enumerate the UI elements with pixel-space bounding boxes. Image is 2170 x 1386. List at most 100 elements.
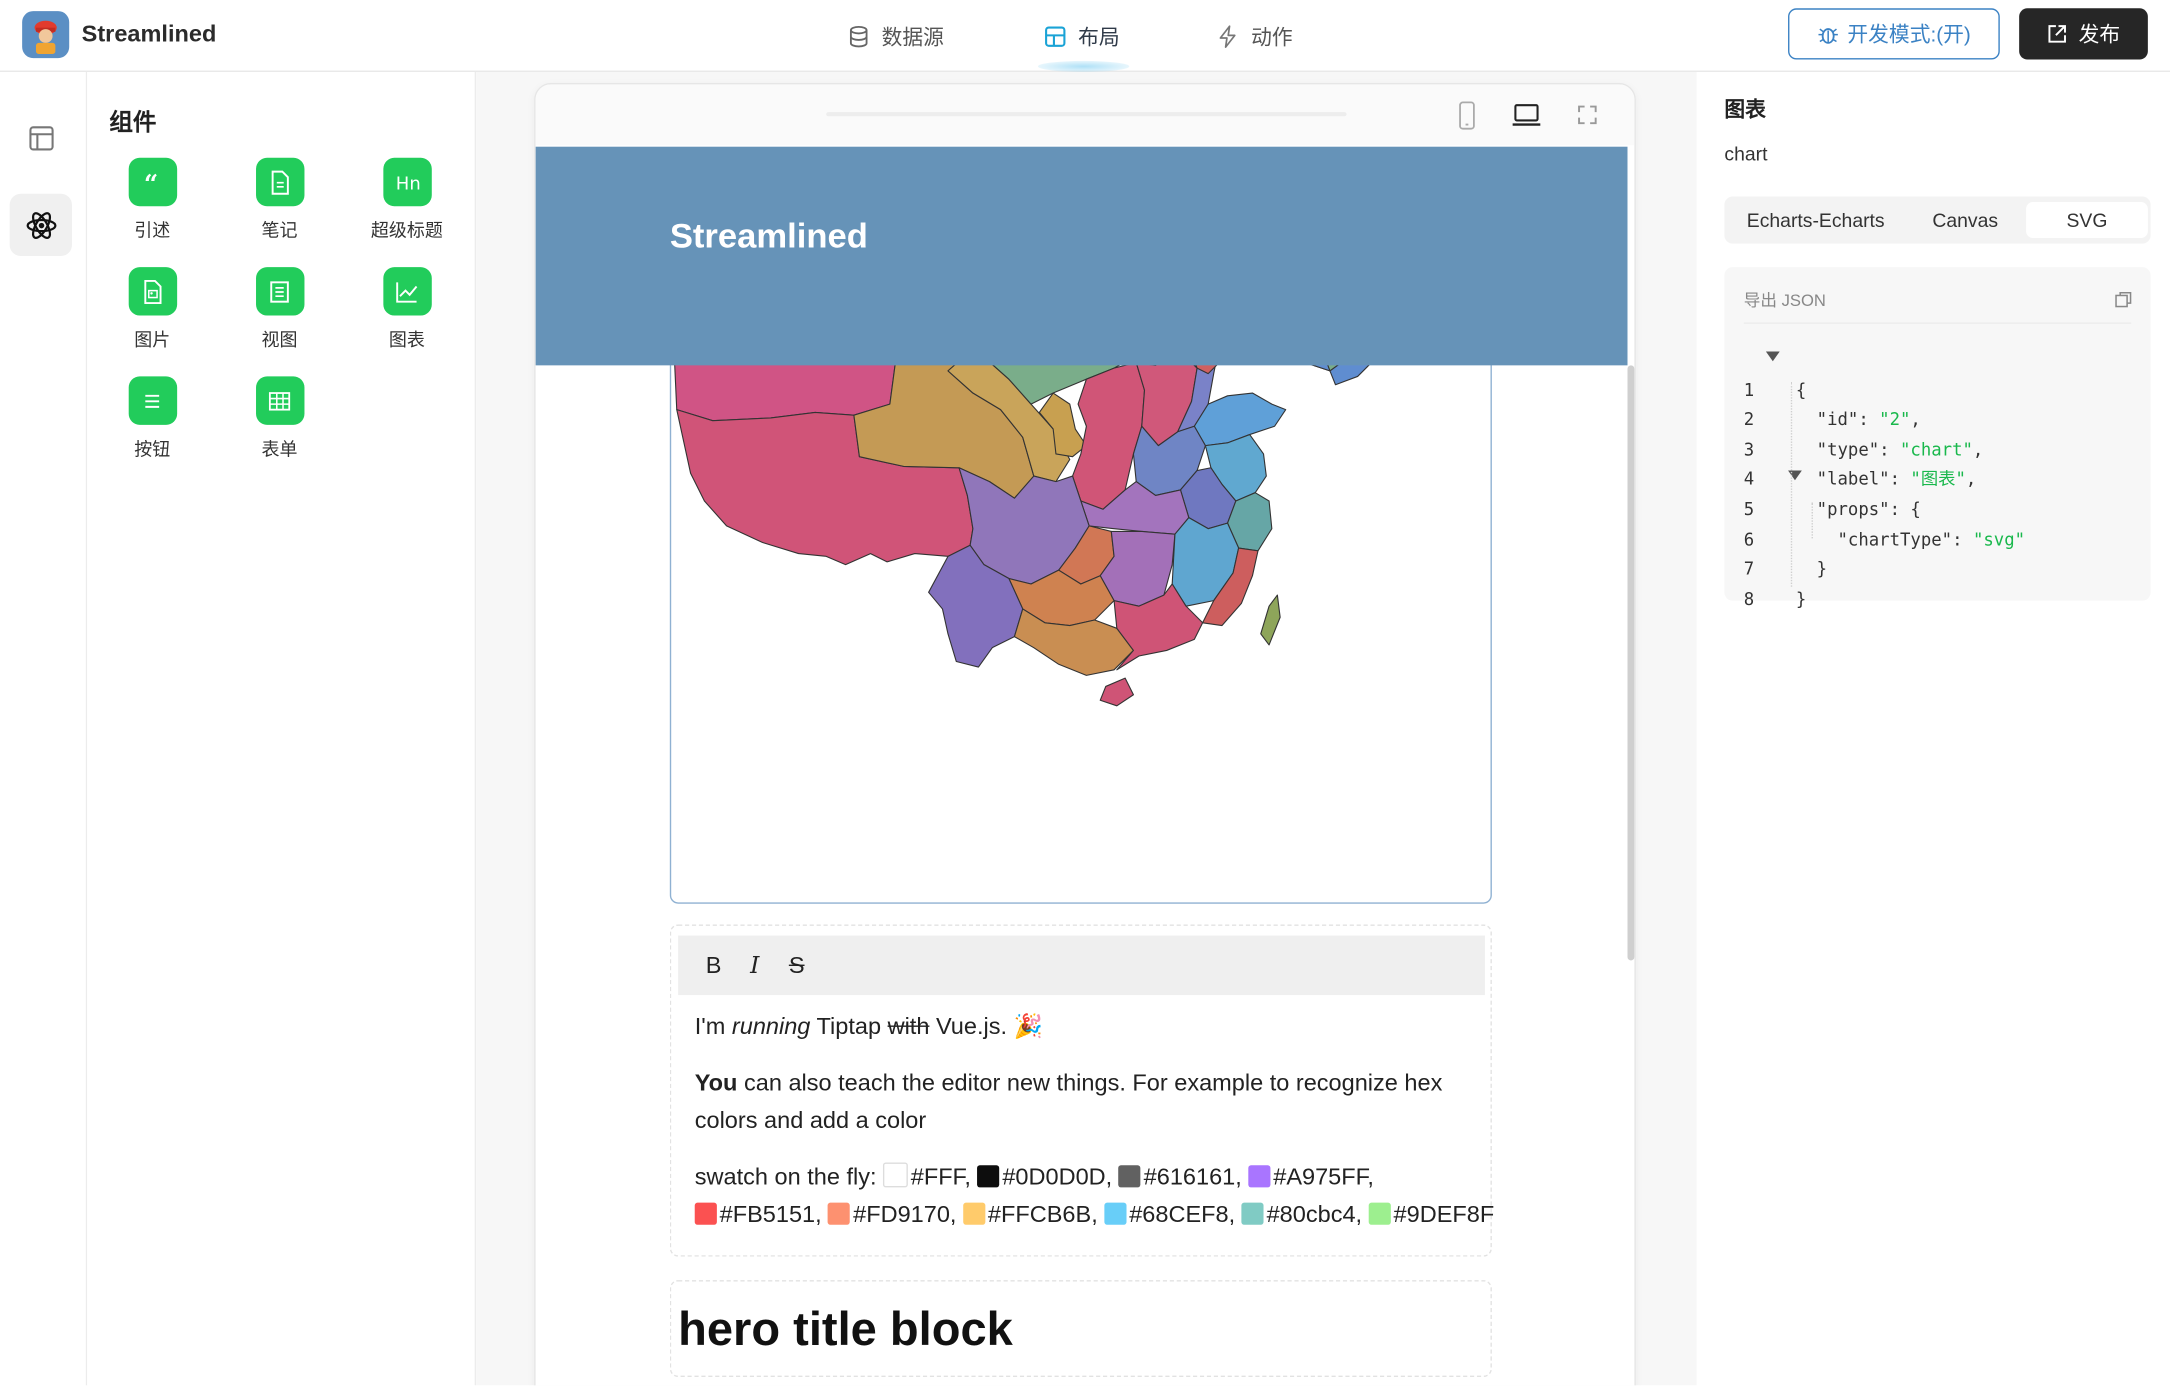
component-form[interactable]: 表单 [216, 376, 343, 460]
color-swatch-label: #0D0D0D [1002, 1163, 1106, 1191]
external-link-icon [2048, 25, 2066, 43]
tab-layout[interactable]: 布局 [1043, 21, 1120, 51]
image-icon [128, 267, 177, 316]
color-swatch-label: #FB5151 [719, 1201, 816, 1228]
bug-icon [1818, 27, 1838, 44]
strike-text: with [887, 1013, 930, 1040]
color-swatch-item: #80cbc4, [1241, 1201, 1369, 1228]
avatar-icon [34, 20, 57, 54]
code-value: "svg" [1972, 528, 2026, 549]
top-bar: Streamlined 数据源 布局 动作 开发模式:(开) 发布 [0, 0, 2170, 72]
color-swatch [962, 1202, 986, 1225]
chart-icon [382, 267, 432, 316]
swatch-prefix: swatch on the fly: [694, 1163, 877, 1191]
component-button[interactable]: 按钮 [89, 376, 216, 460]
component-image[interactable]: 图片 [89, 267, 216, 351]
component-view[interactable]: 视图 [216, 267, 343, 351]
strike-button[interactable]: S [789, 952, 805, 980]
tab-datasource[interactable]: 数据源 [847, 21, 944, 51]
editor-line-3: colors and add a color [694, 1107, 927, 1134]
text-segment: Vue.js. 🎉 [929, 1013, 1043, 1040]
code-key: "label" [1816, 468, 1890, 490]
code-key: "id" [1816, 408, 1859, 430]
segment-svg[interactable]: SVG [2026, 202, 2148, 239]
component-chart[interactable]: 图表 [343, 267, 470, 351]
color-swatch-label: #FFCB6B [987, 1201, 1092, 1228]
code-text: "props": { [1816, 498, 1921, 519]
code-line: 2 "id": "2", [1743, 408, 1921, 430]
render-mode-segmented: Echarts-Echarts Canvas SVG [1724, 196, 2151, 244]
text-segment: can also teach the editor new things. Fo… [737, 1069, 1443, 1097]
code-line: 6 "chartType": "svg" [1743, 528, 2026, 549]
component-label: 图片 [134, 329, 171, 351]
color-swatch [828, 1202, 851, 1225]
code-line: 8 } [1744, 584, 2025, 614]
code-line: 3 "type": "chart", [1743, 438, 1984, 460]
dev-mode-button[interactable]: 开发模式:(开) [1788, 8, 2000, 60]
segment-echarts[interactable]: Echarts-Echarts [1730, 202, 1902, 238]
code-text: { [1795, 378, 1807, 400]
color-swatch-label: #FD9170 [853, 1201, 950, 1228]
preview-scrollbar[interactable] [1627, 365, 1635, 961]
tab-label: 布局 [1078, 25, 1120, 50]
component-heading[interactable]: Hn 超级标题 [343, 157, 470, 242]
color-swatch-item: #FD9170, [828, 1201, 963, 1228]
rail-components-button[interactable] [9, 193, 72, 257]
svg-text:Hn: Hn [396, 173, 421, 194]
components-title: 组件 [109, 109, 157, 136]
color-swatch-label: #FFF [910, 1163, 965, 1191]
mobile-icon[interactable] [1455, 101, 1480, 131]
chart-block[interactable] [669, 292, 1492, 904]
swatch-group: #FFF, #0D0D0D, #616161, #A975FF, [883, 1162, 1374, 1191]
app-logo[interactable] [22, 11, 70, 59]
component-label: 超级标题 [370, 220, 443, 241]
component-quote[interactable]: “ 引述 [89, 157, 216, 242]
editor-line-2: You can also teach the editor new things… [695, 1064, 1443, 1101]
color-swatch-label: #68CEF8 [1129, 1201, 1229, 1228]
copy-icon[interactable] [2115, 291, 2133, 309]
tab-actions[interactable]: 动作 [1216, 21, 1293, 51]
app-preview-header: Streamlined [535, 146, 1628, 366]
line-number: 8 [1743, 587, 1755, 609]
quote-icon: “ [128, 157, 177, 207]
component-label: 表单 [261, 438, 298, 460]
component-label: 按钮 [134, 438, 171, 460]
lightning-icon [1219, 24, 1236, 48]
publish-label: 发布 [2078, 23, 2121, 48]
rail-layout-button[interactable] [10, 107, 72, 169]
editor-toolbar: B I S [678, 935, 1485, 996]
line-number: 3 [1743, 438, 1755, 460]
component-note[interactable]: 笔记 [216, 157, 343, 242]
italic-button[interactable]: I [750, 952, 759, 980]
segment-canvas[interactable]: Canvas [1904, 202, 2026, 238]
tab-label: 数据源 [881, 25, 944, 50]
table-icon [255, 376, 304, 425]
components-panel: 组件 “ 引述 笔记 Hn 超级标题 图片 视图 图表 按钮 表单 [87, 71, 477, 1386]
atom-icon [25, 211, 56, 239]
line-number: 7 [1743, 557, 1755, 579]
publish-button[interactable]: 发布 [2019, 8, 2148, 60]
rich-text-editor[interactable]: B I S I'm running Tiptap with Vue.js. 🎉 … [669, 924, 1494, 1257]
code-line: 4 "label": "图表", [1743, 468, 1977, 490]
layout-icon [1045, 25, 1066, 47]
code-line: 5 "props": { [1744, 494, 2025, 524]
code-value: "2" [1879, 408, 1911, 430]
hero-title-block[interactable]: hero title block [669, 1280, 1492, 1378]
color-swatch-item: #68CEF8, [1104, 1201, 1241, 1228]
laptop-icon[interactable] [1511, 101, 1541, 131]
color-swatch [1104, 1202, 1127, 1225]
line-number: 4 [1743, 468, 1755, 490]
hero-title: hero title block [678, 1303, 1013, 1357]
left-rail [0, 71, 88, 1386]
component-label: 引述 [134, 220, 171, 241]
bold-button[interactable]: B [706, 952, 722, 980]
dev-mode-label: 开发模式:(开) [1847, 23, 1971, 48]
swatch-group: #FB5151, #FD9170, #FFCB6B, #68CEF8, #80c… [694, 1201, 1494, 1228]
color-swatch-item: #FFCB6B, [962, 1201, 1104, 1228]
code-line: 1 { [1744, 374, 2025, 404]
fullscreen-icon[interactable] [1576, 104, 1598, 126]
color-swatch-label: #A975FF [1273, 1163, 1368, 1191]
component-label: 图表 [388, 329, 425, 351]
color-swatch [1248, 1165, 1271, 1188]
view-icon [255, 267, 304, 316]
